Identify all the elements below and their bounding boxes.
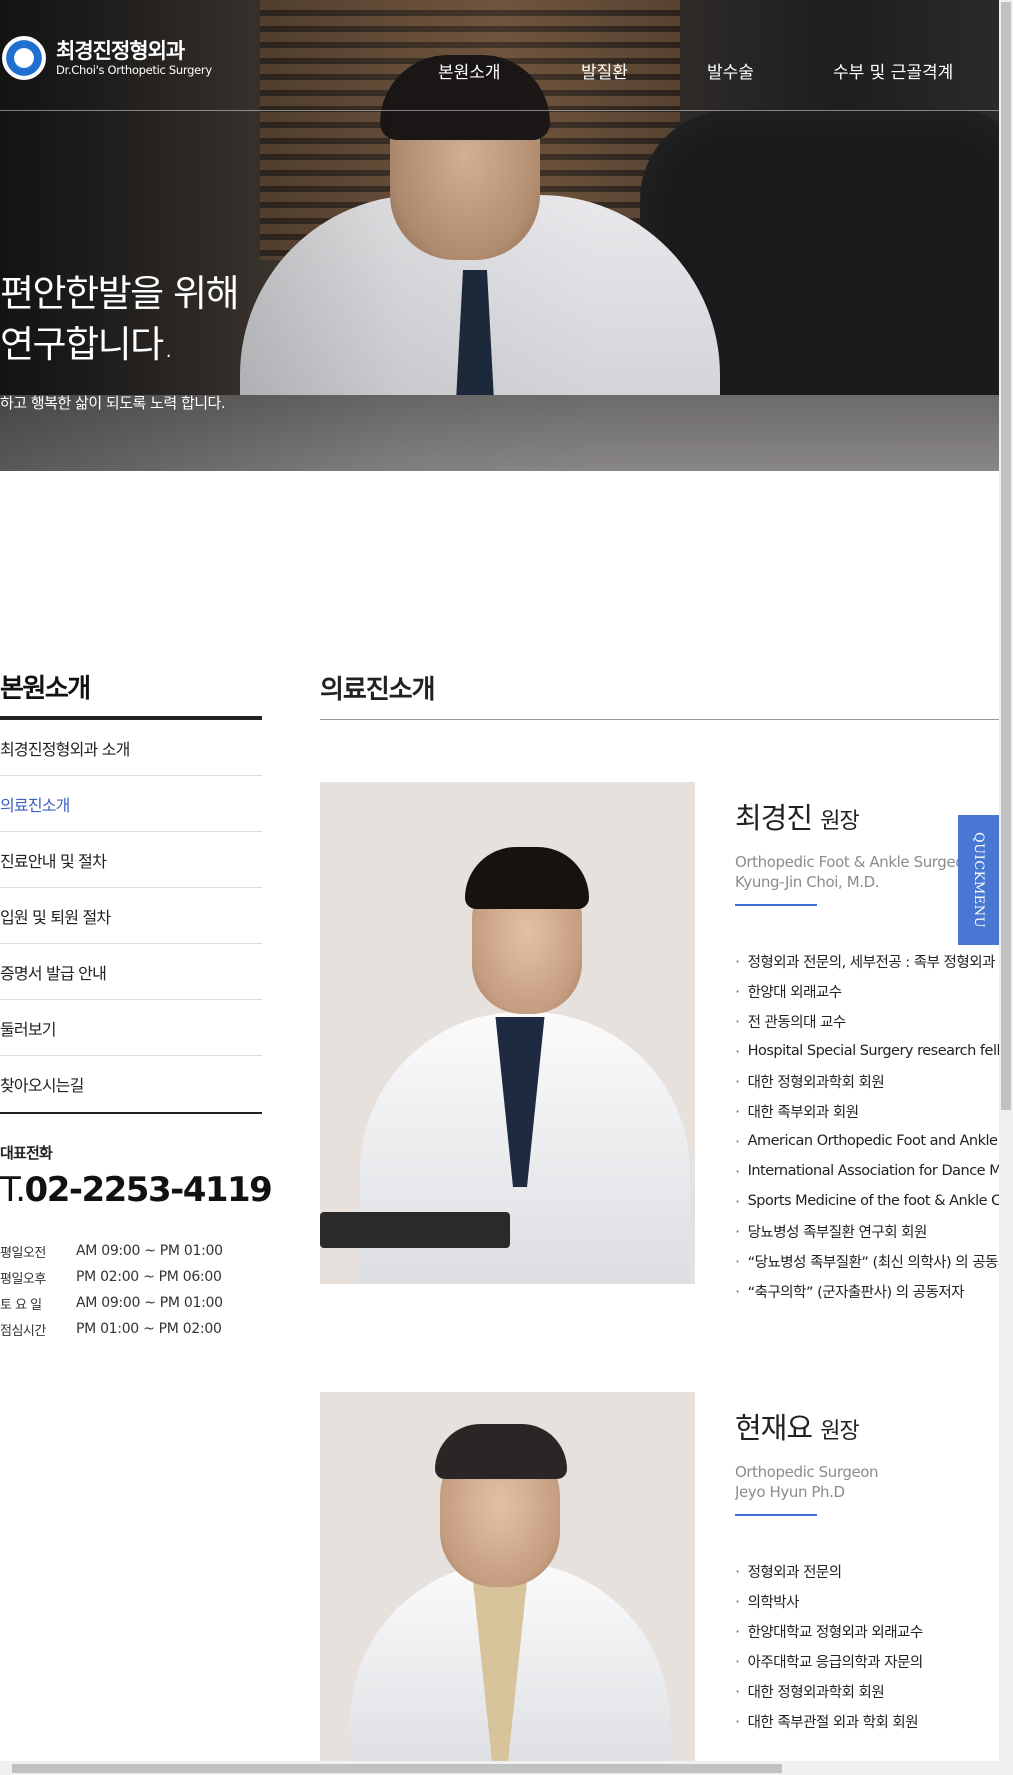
quickmenu-button[interactable]: QUICKMENU <box>958 815 999 945</box>
phone-label: 대표전화 <box>0 1144 53 1162</box>
office-hours: 평일오전 AM 09:00 ~ PM 01:00 평일오후 PM 02:00 ~ P… <box>0 1238 262 1342</box>
doctor-desk <box>320 1212 510 1248</box>
credential-item: “당뇨병성 족부질환” (최신 의학사) 의 공동저자 <box>735 1246 1000 1276</box>
credential-item: 정형외과 전문의, 세부전공 : 족부 정형외과 <box>735 946 1000 976</box>
credential-item: 한양대학교 정형외과 외래교수 <box>735 1616 1000 1646</box>
hours-row: 평일오후 PM 02:00 ~ PM 06:00 <box>0 1264 262 1290</box>
credential-item: 대한 정형외과학회 회원 <box>735 1676 1000 1706</box>
hero-subtext: 하고 행복한 삶이 되도록 노력 합니다. <box>0 394 226 412</box>
sidebar-item-admission-discharge[interactable]: 입원 및 퇴원 절차 <box>0 888 262 944</box>
nav-item-foot-disease[interactable]: 발질환 <box>581 58 628 83</box>
doctor-photo-choi <box>320 782 695 1284</box>
doctor-credentials: 정형외과 전문의, 세부전공 : 족부 정형외과 한양대 외래교수 전 관동의대… <box>735 946 1000 1306</box>
credential-item: American Orthopedic Foot and Ankle Socie… <box>735 1126 1000 1156</box>
doctor-name-text: 현재요 <box>735 1411 813 1445</box>
credential-item: 정형외과 전문의 <box>735 1556 1000 1586</box>
main-nav: 본원소개 발질환 발수술 수부 및 근골격계 <box>0 58 999 88</box>
doctor-name: 현재요 원장 <box>735 1405 860 1447</box>
horizontal-scrollbar[interactable] <box>0 1761 1013 1775</box>
doctor-accent-bar <box>735 904 817 906</box>
phone-number: T.02-2253-4119 <box>0 1170 273 1210</box>
sidebar-title: 본원소개 <box>0 674 91 704</box>
doctor-name: 최경진 원장 <box>735 795 860 837</box>
hours-label: 토 요 일 <box>0 1297 42 1313</box>
hours-time: PM 02:00 ~ PM 06:00 <box>76 1269 222 1285</box>
hero-headline-line2: 연구합니다. <box>0 323 174 366</box>
credential-item: 의학박사 <box>735 1586 1000 1616</box>
credential-item: 아주대학교 응급의학과 자문의 <box>735 1646 1000 1676</box>
page-title-divider <box>320 719 1000 720</box>
hours-row: 점심시간 PM 01:00 ~ PM 02:00 <box>0 1316 262 1342</box>
hours-time: AM 09:00 ~ PM 01:00 <box>76 1243 223 1259</box>
hours-label: 점심시간 <box>0 1323 46 1339</box>
hours-time: AM 09:00 ~ PM 01:00 <box>76 1295 223 1311</box>
doctor-hair <box>435 1424 567 1479</box>
phone-prefix: T. <box>0 1170 26 1210</box>
nav-item-foot-surgery[interactable]: 발수술 <box>707 58 754 83</box>
credential-item: 전 관동의대 교수 <box>735 1006 1000 1036</box>
credential-item: 대한 정형외과학회 회원 <box>735 1066 1000 1096</box>
doctor-credentials: 정형외과 전문의 의학박사 한양대학교 정형외과 외래교수 아주대학교 응급의학… <box>735 1556 1000 1736</box>
hours-time: PM 01:00 ~ PM 02:00 <box>76 1321 222 1337</box>
sidebar-item-treatment-guide[interactable]: 진료안내 및 절차 <box>0 832 262 888</box>
sidebar-item-directions[interactable]: 찾아오시는길 <box>0 1056 262 1112</box>
vertical-scrollbar[interactable] <box>999 0 1013 1761</box>
credential-item: 당뇨병성 족부질환 연구회 회원 <box>735 1216 1000 1246</box>
hours-label: 평일오전 <box>0 1245 46 1261</box>
doctor-hair <box>465 847 589 909</box>
credential-item: “축구의학” (군자출판사) 의 공동저자 <box>735 1276 1000 1306</box>
doctor-specialty: Orthopedic Surgeon <box>735 1463 879 1481</box>
doctor-role: 원장 <box>820 1419 859 1444</box>
doctor-english-name: Jeyo Hyun Ph.D <box>735 1483 845 1501</box>
nav-divider <box>0 110 999 111</box>
nav-item-about[interactable]: 본원소개 <box>438 58 501 83</box>
credential-item: 대한 족부관절 외과 학회 회원 <box>735 1706 1000 1736</box>
doctor-photo-hyun <box>320 1392 695 1761</box>
hours-row: 토 요 일 AM 09:00 ~ PM 01:00 <box>0 1290 262 1316</box>
sidebar-item-medical-staff[interactable]: 의료진소개 <box>0 776 262 832</box>
sidebar-item-tour[interactable]: 둘러보기 <box>0 1000 262 1056</box>
sidebar-menu-bottom-divider <box>0 1112 262 1114</box>
doctor-english-title: Orthopedic Surgeon Jeyo Hyun Ph.D <box>735 1462 1000 1502</box>
doctor-accent-bar <box>735 1514 817 1516</box>
sidebar-item-clinic-intro[interactable]: 최경진정형외과 소개 <box>0 720 262 776</box>
credential-item: International Association for Dance Medi… <box>735 1156 1000 1186</box>
page-title: 의료진소개 <box>320 675 436 705</box>
horizontal-scrollbar-thumb[interactable] <box>12 1764 782 1773</box>
hero-headline-line1: 편안한발을 위해 <box>0 272 240 315</box>
hours-label: 평일오후 <box>0 1271 46 1287</box>
hours-row: 평일오전 AM 09:00 ~ PM 01:00 <box>0 1238 262 1264</box>
sidebar-menu: 최경진정형외과 소개 의료진소개 진료안내 및 절차 입원 및 퇴원 절차 증명… <box>0 720 262 1112</box>
hero-banner: 최경진정형외과 Dr.Choi's Orthopetic Surgery 본원소… <box>0 0 999 471</box>
credential-item: 대한 족부외과 회원 <box>735 1096 1000 1126</box>
phone-digits: 02-2253-4119 <box>24 1170 273 1210</box>
credential-item: Sports Medicine of the foot & Ankle Cour… <box>735 1186 1000 1216</box>
page: 최경진정형외과 Dr.Choi's Orthopetic Surgery 본원소… <box>0 0 1013 1775</box>
sidebar-item-certificates[interactable]: 증명서 발급 안내 <box>0 944 262 1000</box>
hero-headline: 편안한발을 위해 연구합니다. <box>0 268 240 370</box>
credential-item: Hospital Special Surgery research fellow <box>735 1036 1000 1066</box>
vertical-scrollbar-thumb[interactable] <box>1001 2 1011 1110</box>
nav-item-hand-musculoskeletal[interactable]: 수부 및 근골격계 <box>833 58 953 83</box>
doctor-name-text: 최경진 <box>735 801 813 835</box>
doctor-role: 원장 <box>820 809 859 834</box>
credential-item: 한양대 외래교수 <box>735 976 1000 1006</box>
